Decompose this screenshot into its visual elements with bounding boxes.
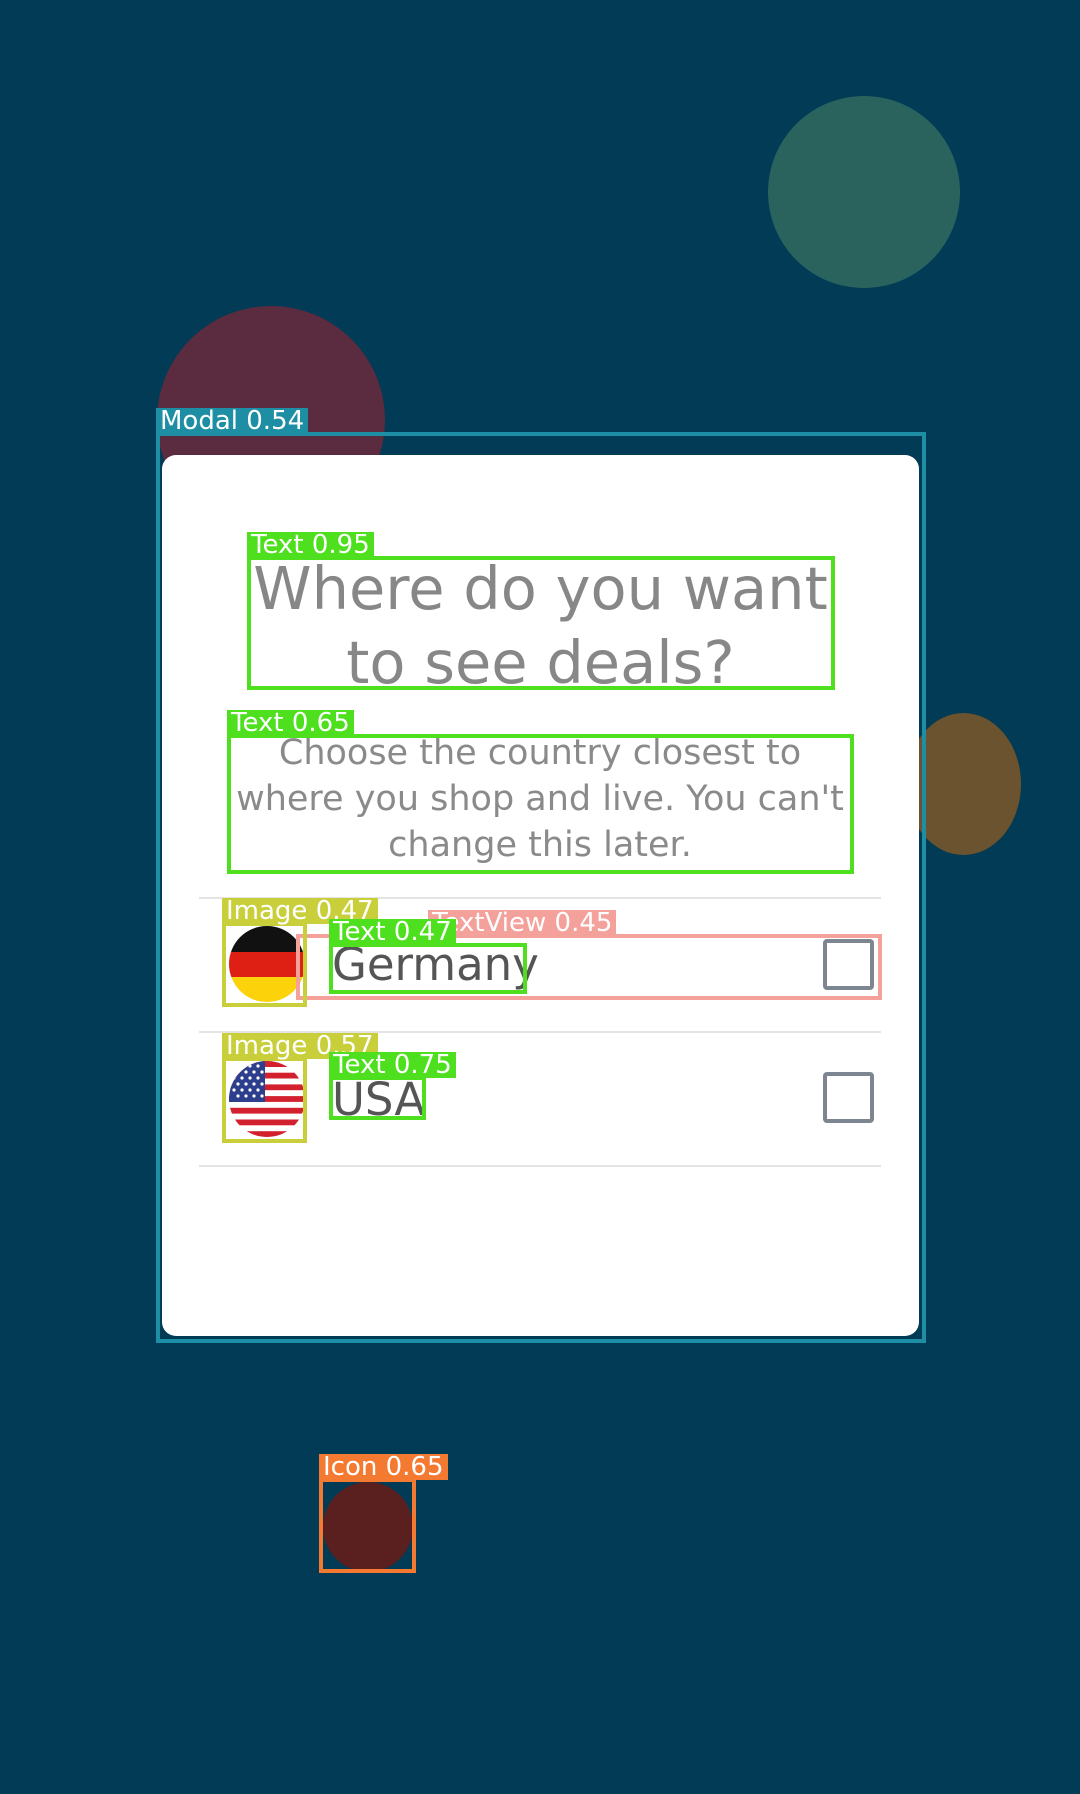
decorative-circle-icon[interactable] bbox=[323, 1482, 413, 1572]
usa-flag-icon bbox=[229, 1061, 305, 1137]
country-name-germany: Germany bbox=[332, 938, 539, 991]
modal-title: Where do you want to see deals? bbox=[253, 554, 828, 697]
country-row-usa[interactable]: USA bbox=[199, 1033, 881, 1165]
country-name-usa: USA bbox=[332, 1073, 426, 1126]
annotation-label: Icon 0.65 bbox=[319, 1454, 448, 1480]
germany-flag-icon bbox=[229, 926, 305, 1002]
list-divider bbox=[199, 1165, 881, 1167]
decorative-circle-teal bbox=[768, 96, 960, 288]
germany-checkbox[interactable] bbox=[823, 939, 874, 990]
country-row-germany[interactable]: Germany bbox=[199, 899, 881, 1031]
usa-checkbox[interactable] bbox=[823, 1072, 874, 1123]
decorative-circle-olive bbox=[906, 713, 1021, 855]
modal-subtitle: Choose the country closest to where you … bbox=[236, 733, 844, 865]
